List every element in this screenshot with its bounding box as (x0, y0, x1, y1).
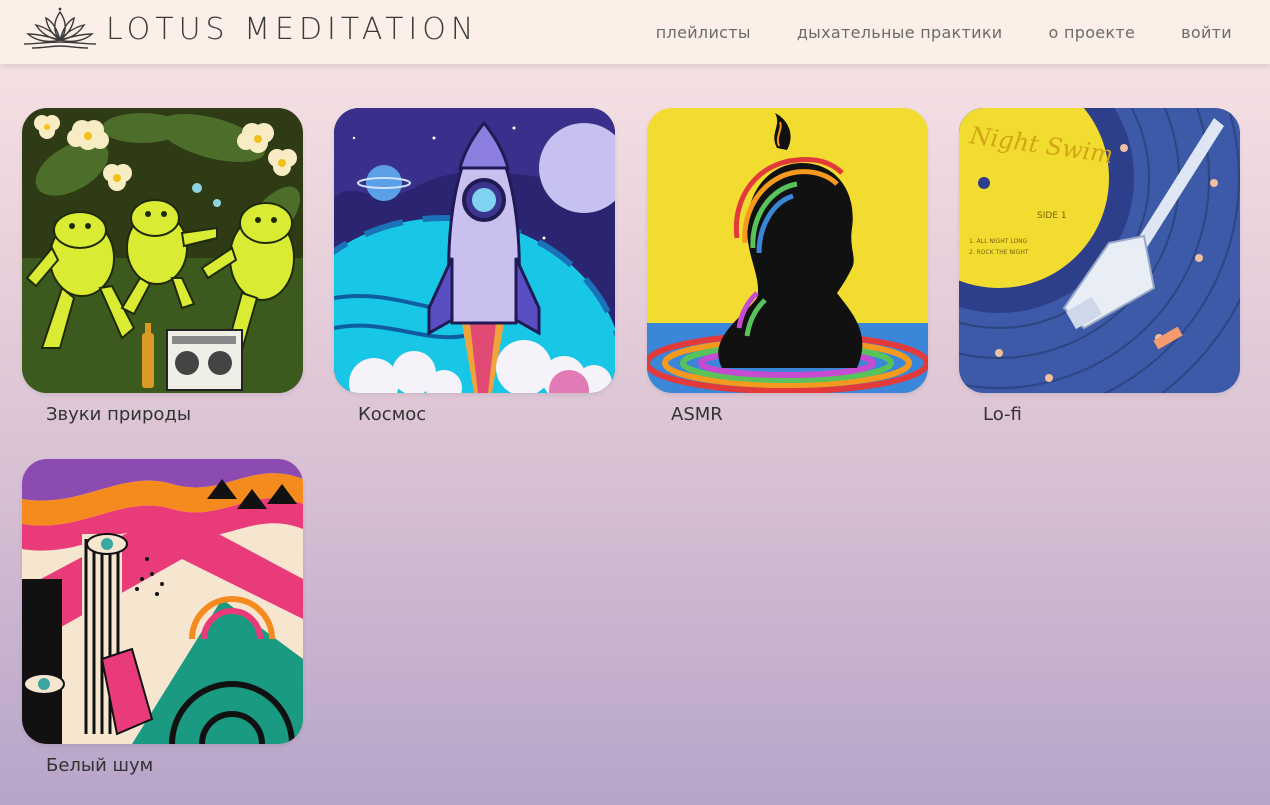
nav-about[interactable]: о проекте (1049, 23, 1136, 42)
playlist-title[interactable]: Космос (358, 404, 426, 425)
head-artwork (647, 108, 928, 393)
playlist-card-lofi[interactable]: Night Swim SIDE 1 1. ALL NIGHT LONG 2. R… (959, 108, 1240, 425)
lotus-icon (23, 7, 97, 49)
main-nav: плейлисты дыхательные практики о проекте… (656, 23, 1232, 42)
nav-playlists[interactable]: плейлисты (656, 23, 751, 42)
playlist-title[interactable]: Lo-fi (983, 404, 1022, 425)
brand-name: LOTUS MEDITATION (106, 11, 479, 47)
rocket-artwork (334, 108, 615, 393)
playlist-cover[interactable]: Night Swim SIDE 1 1. ALL NIGHT LONG 2. R… (959, 108, 1240, 393)
logo[interactable]: LOTUS MEDITATION (22, 4, 478, 54)
playlist-title[interactable]: Белый шум (46, 755, 153, 776)
playlist-card-space[interactable]: Космос (334, 108, 615, 425)
vinyl-side: SIDE 1 (1037, 211, 1067, 221)
playlist-card-asmr[interactable]: ASMR (647, 108, 928, 425)
playlist-card-nature[interactable]: Звуки природы (22, 108, 303, 425)
playlist-cover[interactable] (22, 459, 303, 744)
nav-breathing-practices[interactable]: дыхательные практики (797, 23, 1003, 42)
nav-login[interactable]: войти (1181, 23, 1232, 42)
playlist-cover[interactable] (334, 108, 615, 393)
playlist-cover[interactable] (647, 108, 928, 393)
vinyl-artwork: Night Swim SIDE 1 1. ALL NIGHT LONG 2. R… (959, 108, 1240, 393)
playlist-cover[interactable] (22, 108, 303, 393)
header: LOTUS MEDITATION плейлисты дыхательные п… (0, 0, 1270, 64)
frogs-artwork (22, 108, 303, 393)
vinyl-track-2: 2. ROCK THE NIGHT (969, 249, 1029, 256)
playlist-card-white-noise[interactable]: Белый шум (22, 459, 303, 776)
psychedelic-artwork (22, 459, 303, 744)
playlist-title[interactable]: Звуки природы (46, 404, 191, 425)
vinyl-track-1: 1. ALL NIGHT LONG (969, 238, 1028, 245)
playlist-title[interactable]: ASMR (671, 404, 723, 425)
